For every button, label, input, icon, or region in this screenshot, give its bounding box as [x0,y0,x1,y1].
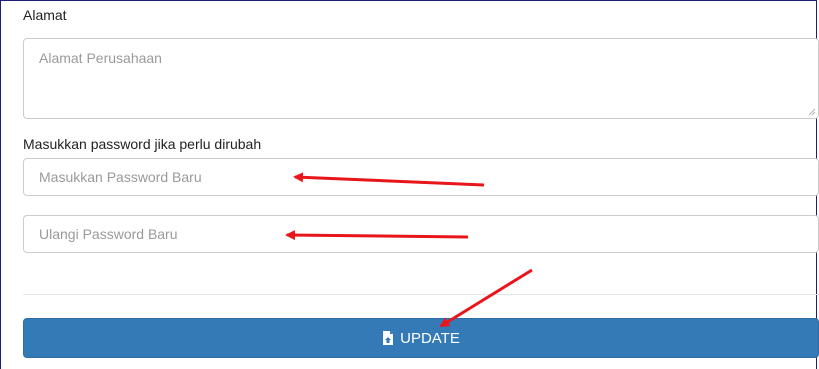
form-panel: Alamat Alamat Perusahaan Masukkan passwo… [0,0,819,369]
update-button-label: UPDATE [400,329,460,347]
repeat-password-input[interactable]: Ulangi Password Baru [23,215,819,253]
password-section-label: Masukkan password jika perlu dirubah [23,136,262,152]
form-divider [23,294,819,295]
repeat-password-placeholder: Ulangi Password Baru [39,226,178,242]
resize-grip-icon[interactable] [808,108,816,116]
alamat-label: Alamat [23,7,67,23]
alamat-placeholder: Alamat Perusahaan [39,50,162,66]
save-file-icon [383,331,394,345]
new-password-placeholder: Masukkan Password Baru [39,169,202,185]
alamat-textarea[interactable]: Alamat Perusahaan [23,38,819,119]
new-password-input[interactable]: Masukkan Password Baru [23,158,819,196]
update-button[interactable]: UPDATE [23,318,819,358]
